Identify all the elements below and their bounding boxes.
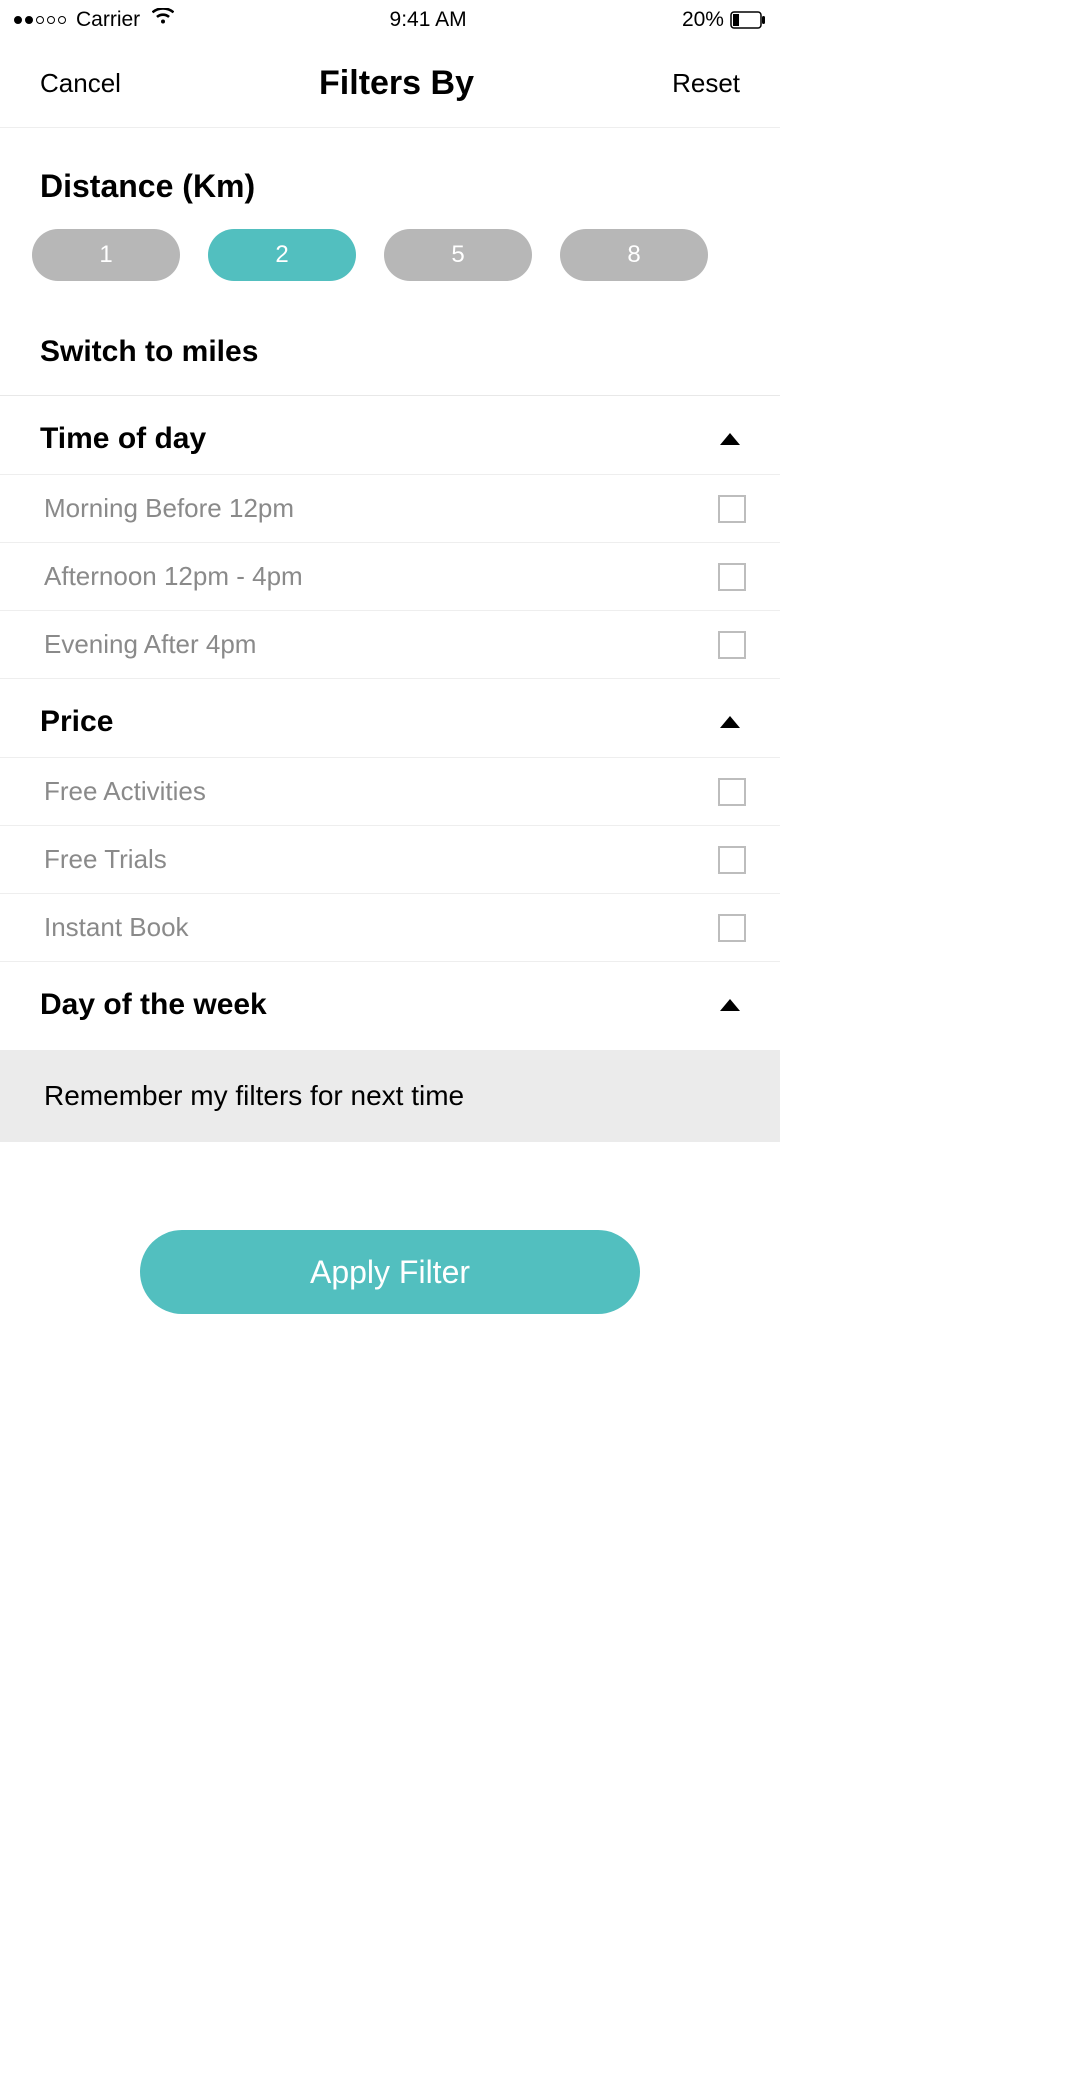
- checkbox[interactable]: [718, 563, 746, 591]
- price-option-free-activities[interactable]: Free Activities: [0, 757, 780, 826]
- price-option-instant-book[interactable]: Instant Book: [0, 894, 780, 962]
- distance-chip-5[interactable]: 5: [384, 229, 532, 281]
- option-label: Free Activities: [44, 776, 206, 807]
- remember-filters-row[interactable]: Remember my filters for next time: [0, 1050, 780, 1142]
- checkbox[interactable]: [718, 495, 746, 523]
- reset-button[interactable]: Reset: [672, 68, 740, 99]
- remember-label: Remember my filters for next time: [44, 1080, 464, 1111]
- cancel-button[interactable]: Cancel: [40, 68, 121, 99]
- distance-chip-2[interactable]: 2: [208, 229, 356, 281]
- option-label: Afternoon 12pm - 4pm: [44, 561, 303, 592]
- checkbox[interactable]: [718, 914, 746, 942]
- option-label: Morning Before 12pm: [44, 493, 294, 524]
- distance-chip-8[interactable]: 8: [560, 229, 708, 281]
- switch-to-miles-button[interactable]: Switch to miles: [40, 321, 740, 395]
- chevron-up-icon: [720, 433, 740, 445]
- distance-chip-1[interactable]: 1: [32, 229, 180, 281]
- checkbox[interactable]: [718, 631, 746, 659]
- price-option-free-trials[interactable]: Free Trials: [0, 826, 780, 894]
- checkbox[interactable]: [718, 778, 746, 806]
- time-option-morning[interactable]: Morning Before 12pm: [0, 474, 780, 543]
- page-title: Filters By: [319, 64, 474, 103]
- distance-section: Distance (Km) 1 2 5 8 Switch to miles: [0, 128, 780, 395]
- nav-bar: Cancel Filters By Reset: [0, 40, 780, 128]
- apply-wrap: Apply Filter: [0, 1142, 780, 1354]
- price-title: Price: [40, 705, 113, 739]
- status-time: 9:41 AM: [390, 8, 467, 32]
- chevron-up-icon: [720, 716, 740, 728]
- status-left: Carrier: [14, 8, 174, 32]
- wifi-icon: [152, 8, 174, 32]
- status-right: 20%: [682, 8, 766, 32]
- option-label: Evening After 4pm: [44, 629, 256, 660]
- apply-filter-button[interactable]: Apply Filter: [140, 1230, 640, 1314]
- day-of-week-header[interactable]: Day of the week: [0, 962, 780, 1050]
- time-option-evening[interactable]: Evening After 4pm: [0, 611, 780, 679]
- distance-title: Distance (Km): [40, 128, 740, 229]
- price-header[interactable]: Price: [0, 679, 780, 757]
- carrier-label: Carrier: [76, 8, 140, 32]
- distance-chips: 1 2 5 8: [32, 229, 740, 321]
- status-bar: Carrier 9:41 AM 20%: [0, 0, 780, 40]
- option-label: Free Trials: [44, 844, 167, 875]
- time-option-afternoon[interactable]: Afternoon 12pm - 4pm: [0, 543, 780, 611]
- option-label: Instant Book: [44, 912, 189, 943]
- checkbox[interactable]: [718, 846, 746, 874]
- time-of-day-header[interactable]: Time of day: [0, 396, 780, 474]
- battery-icon: [730, 11, 766, 29]
- chevron-up-icon: [720, 999, 740, 1011]
- signal-dots-icon: [14, 16, 66, 24]
- battery-percent: 20%: [682, 8, 724, 32]
- day-of-week-title: Day of the week: [40, 988, 267, 1022]
- time-of-day-title: Time of day: [40, 422, 206, 456]
